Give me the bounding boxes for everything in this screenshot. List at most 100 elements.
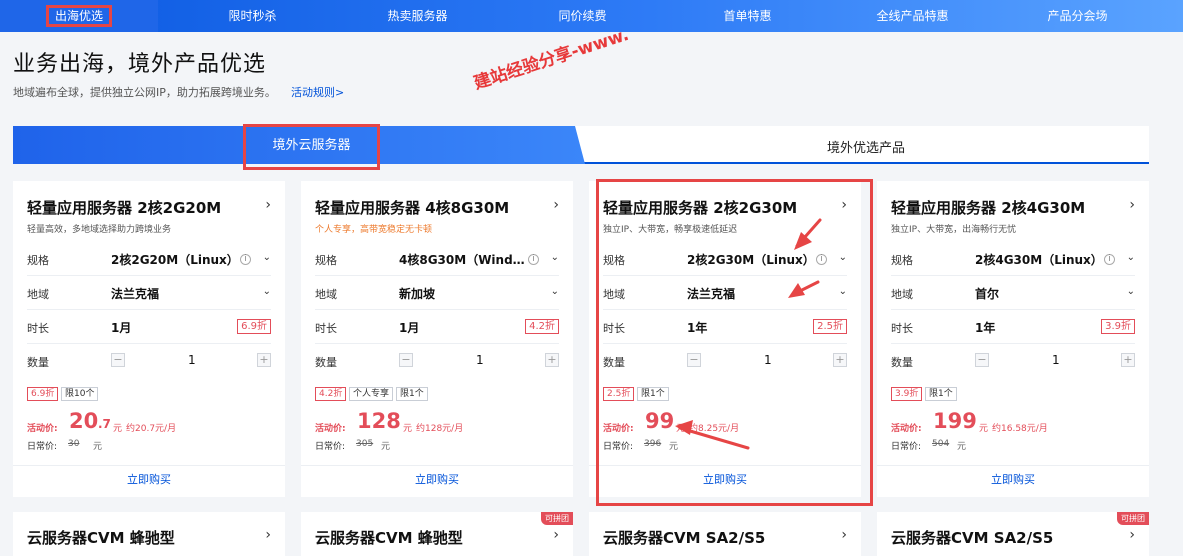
spec-label: 规格 [891,254,913,267]
promo-price: 99 [645,409,675,433]
spec-label: 规格 [603,254,625,267]
duration-value[interactable]: 1年 [975,319,995,336]
info-icon[interactable]: i [240,254,251,265]
chevron-right-icon[interactable]: › [1129,527,1135,543]
quantity-label: 数量 [315,356,337,369]
chevron-down-icon[interactable]: ⌄ [839,252,847,263]
monthly-price: 约8.25元/月 [689,424,740,434]
plus-icon[interactable]: + [257,353,271,367]
promo-price: 128 [357,409,401,433]
plus-icon[interactable]: + [545,353,559,367]
monthly-price: 约128元/月 [416,424,464,434]
card-title[interactable]: 云服务器CVM SA2/S5 [603,527,765,548]
promo-price-label: 活动价: [315,424,346,434]
quantity-value[interactable]: 1 [764,353,772,367]
plus-icon[interactable]: + [1121,353,1135,367]
duration-value[interactable]: 1月 [399,319,419,336]
promo-price: 20 [69,409,99,433]
region-value[interactable]: 首尔 [975,285,999,302]
quantity-value[interactable]: 1 [188,353,196,367]
rules-link[interactable]: 活动规则> [291,84,344,100]
plus-icon[interactable]: + [833,353,847,367]
card-title[interactable]: 轻量应用服务器 2核2G30M [603,197,797,218]
normal-price: 30 [68,439,80,449]
region-label: 地域 [27,288,49,301]
discount-tag: 2.5折 [813,319,847,334]
chevron-right-icon[interactable]: › [841,527,847,543]
card-desc: 轻量高效，多地域选择助力跨境业务 [27,225,172,235]
product-card: 轻量应用服务器 4核8G30M › 个人专享，高带宽稳定无卡顿 规格 4核8G3… [301,181,573,497]
quantity-value[interactable]: 1 [1052,353,1060,367]
duration-value[interactable]: 1月 [111,319,131,336]
chevron-right-icon[interactable]: › [1129,197,1135,213]
chevron-down-icon[interactable]: ⌄ [551,286,559,297]
card-tag: 限1个 [637,387,669,401]
tab-overseas-cloud-label[interactable]: 境外云服务器 [243,124,380,170]
card-desc: 独立IP、大带宽，出海畅行无忧 [891,225,1017,235]
monthly-price: 约20.7元/月 [126,424,177,434]
region-value[interactable]: 法兰克福 [687,285,735,302]
card-title[interactable]: 轻量应用服务器 2核2G20M [27,197,221,218]
promo-price-label: 活动价: [27,424,58,434]
minus-icon[interactable]: − [111,353,125,367]
minus-icon[interactable]: − [687,353,701,367]
region-value[interactable]: 新加坡 [399,285,435,302]
chevron-right-icon[interactable]: › [553,527,559,543]
buy-now-button[interactable]: 立即购买 [13,471,285,487]
normal-price-label: 日常价: [27,442,58,452]
info-icon[interactable]: i [528,254,539,265]
tab-bar: 境外云服务器 境外优选产品 [13,124,1149,170]
chevron-down-icon[interactable]: ⌄ [551,252,559,263]
chevron-right-icon[interactable]: › [265,197,271,213]
nav-item-product-venues[interactable]: 产品分会场 [1000,0,1155,32]
buy-now-button[interactable]: 立即购买 [301,471,573,487]
tab-overseas-products[interactable]: 境外优选产品 [827,137,905,156]
minus-icon[interactable]: − [975,353,989,367]
card-tag: 个人专享 [349,387,394,401]
nav-item-same-price-renew[interactable]: 同价续费 [505,0,660,32]
spec-value[interactable]: 2核4G30M（Linux） [975,251,1103,268]
product-card: 云服务器CVM 蜂驰型 › [13,512,285,556]
info-icon[interactable]: i [816,254,827,265]
region-value[interactable]: 法兰克福 [111,285,159,302]
card-title[interactable]: 云服务器CVM SA2/S5 [891,527,1053,548]
card-tag: 3.9折 [891,387,923,401]
quantity-value[interactable]: 1 [476,353,484,367]
divider [603,309,847,310]
buy-now-button[interactable]: 立即购买 [877,471,1149,487]
buy-now-button[interactable]: 立即购买 [589,471,861,487]
page-title: 业务出海，境外产品优选 [13,52,267,77]
group-buy-badge: 可拼团 [1117,512,1149,525]
card-title[interactable]: 云服务器CVM 蜂驰型 [27,527,175,548]
spec-value[interactable]: 2核2G20M（Linux） [111,251,239,268]
chevron-down-icon[interactable]: ⌄ [1127,286,1135,297]
card-tag: 限10个 [61,387,99,401]
nav-item-first-order[interactable]: 首单特惠 [670,0,825,32]
duration-label: 时长 [27,322,49,335]
info-icon[interactable]: i [1104,254,1115,265]
chevron-down-icon[interactable]: ⌄ [263,252,271,263]
spec-label: 规格 [315,254,337,267]
chevron-right-icon[interactable]: › [553,197,559,213]
nav-item-hot-servers[interactable]: 热卖服务器 [340,0,495,32]
product-card: 云服务器CVM SA2/S5 › 可拼团 [877,512,1149,556]
chevron-down-icon[interactable]: ⌄ [1127,252,1135,263]
card-title[interactable]: 轻量应用服务器 2核4G30M [891,197,1085,218]
chevron-right-icon[interactable]: › [265,527,271,543]
chevron-down-icon[interactable]: ⌄ [263,286,271,297]
nav-item-flash-sale[interactable]: 限时秒杀 [175,0,330,32]
divider [877,465,1149,466]
card-title[interactable]: 轻量应用服务器 4核8G30M [315,197,509,218]
chevron-right-icon[interactable]: › [841,197,847,213]
spec-value[interactable]: 4核8G30M（Wind… [399,251,525,268]
duration-value[interactable]: 1年 [687,319,707,336]
nav-item-all-products[interactable]: 全线产品特惠 [835,0,990,32]
promo-price: 199 [933,409,977,433]
minus-icon[interactable]: − [399,353,413,367]
nav-item-overseas[interactable]: 出海优选 [0,0,158,32]
divider [27,309,271,310]
product-card: 云服务器CVM 蜂驰型 › 可拼团 [301,512,573,556]
card-title[interactable]: 云服务器CVM 蜂驰型 [315,527,463,548]
spec-value[interactable]: 2核2G30M（Linux） [687,251,815,268]
chevron-down-icon[interactable]: ⌄ [839,286,847,297]
